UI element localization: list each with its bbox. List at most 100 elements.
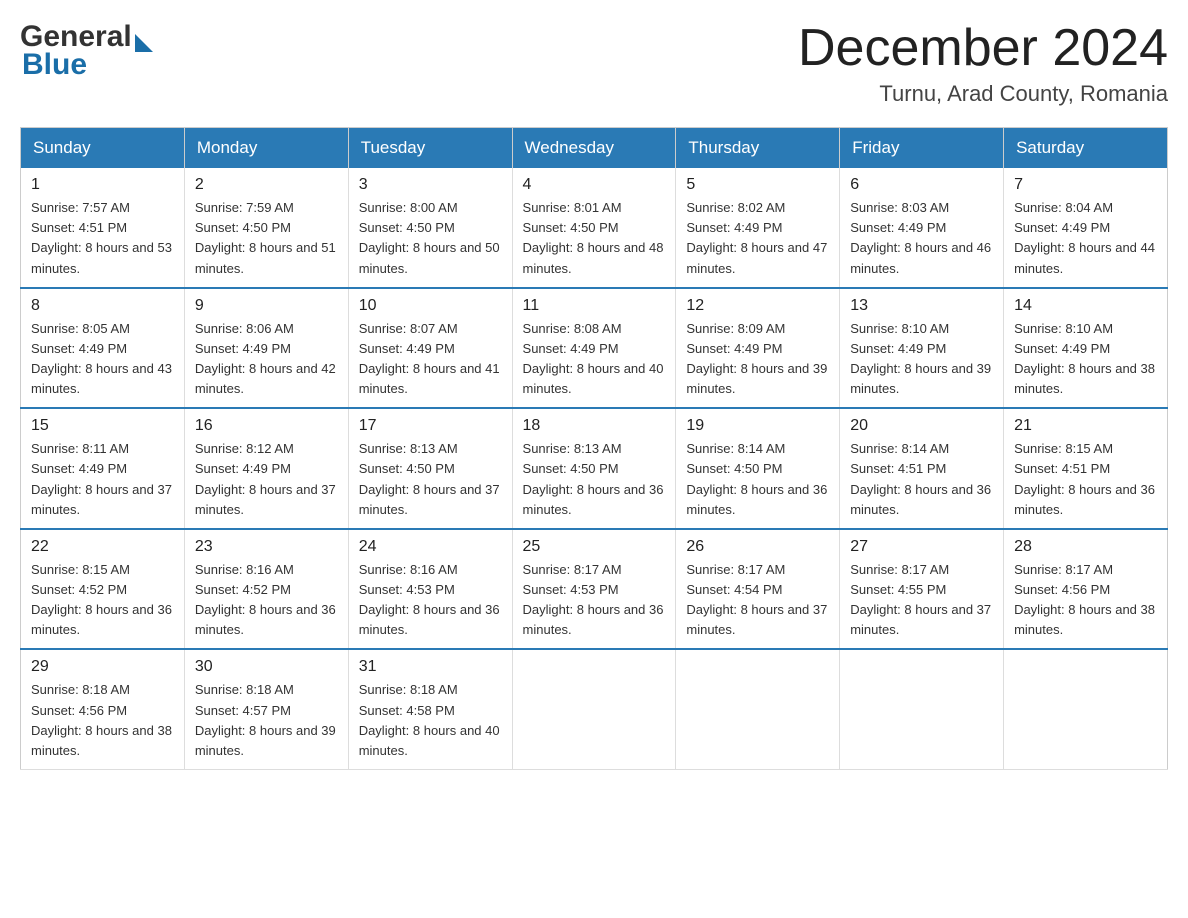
day-number: 15 (31, 417, 174, 435)
weekday-header-friday: Friday (840, 128, 1004, 169)
weekday-header-wednesday: Wednesday (512, 128, 676, 169)
day-number: 22 (31, 538, 174, 556)
calendar-day-cell: 26 Sunrise: 8:17 AMSunset: 4:54 PMDayligh… (676, 529, 840, 650)
calendar-week-row: 1Sunrise: 7:57 AMSunset: 4:51 PMDaylight… (21, 168, 1168, 288)
day-info: Sunrise: 7:59 AMSunset: 4:50 PMDaylight:… (195, 198, 338, 279)
calendar-day-cell: 17Sunrise: 8:13 AMSunset: 4:50 PMDayligh… (348, 408, 512, 529)
title-block: December 2024 Turnu, Arad County, Romani… (798, 20, 1168, 107)
calendar-day-cell: 31Sunrise: 8:18 AMSunset: 4:58 PMDayligh… (348, 649, 512, 769)
day-info: Sunrise: 8:06 AMSunset: 4:49 PMDaylight:… (195, 319, 338, 400)
weekday-header-row: SundayMondayTuesdayWednesdayThursdayFrid… (21, 128, 1168, 169)
calendar-day-cell: 27 Sunrise: 8:17 AMSunset: 4:55 PMDayligh… (840, 529, 1004, 650)
day-info: Sunrise: 8:17 AMSunset: 4:56 PMDaylight:… (1014, 560, 1157, 641)
calendar-day-cell: 8 Sunrise: 8:05 AMSunset: 4:49 PMDaylight… (21, 288, 185, 409)
day-info: Sunrise: 8:14 AMSunset: 4:50 PMDaylight:… (686, 439, 829, 520)
day-info: Sunrise: 8:05 AMSunset: 4:49 PMDaylight:… (31, 319, 174, 400)
day-info: Sunrise: 8:00 AMSunset: 4:50 PMDaylight:… (359, 198, 502, 279)
calendar-day-cell: 30Sunrise: 8:18 AMSunset: 4:57 PMDayligh… (184, 649, 348, 769)
calendar-day-cell: 6Sunrise: 8:03 AMSunset: 4:49 PMDaylight… (840, 168, 1004, 288)
day-number: 20 (850, 417, 993, 435)
calendar-day-cell: 21 Sunrise: 8:15 AMSunset: 4:51 PMDayligh… (1004, 408, 1168, 529)
calendar-day-cell: 3 Sunrise: 8:00 AMSunset: 4:50 PMDaylight… (348, 168, 512, 288)
day-info: Sunrise: 8:10 AMSunset: 4:49 PMDaylight:… (1014, 319, 1157, 400)
calendar-day-cell: 14 Sunrise: 8:10 AMSunset: 4:49 PMDayligh… (1004, 288, 1168, 409)
calendar-day-cell: 24Sunrise: 8:16 AMSunset: 4:53 PMDayligh… (348, 529, 512, 650)
day-number: 11 (523, 297, 666, 315)
day-number: 7 (1014, 176, 1157, 194)
location-subtitle: Turnu, Arad County, Romania (798, 81, 1168, 107)
day-number: 19 (686, 417, 829, 435)
day-number: 23 (195, 538, 338, 556)
day-number: 31 (359, 658, 502, 676)
calendar-day-cell: 2 Sunrise: 7:59 AMSunset: 4:50 PMDaylight… (184, 168, 348, 288)
day-number: 18 (523, 417, 666, 435)
calendar-day-cell: 19 Sunrise: 8:14 AMSunset: 4:50 PMDayligh… (676, 408, 840, 529)
calendar-day-cell: 4Sunrise: 8:01 AMSunset: 4:50 PMDaylight… (512, 168, 676, 288)
calendar-day-cell: 20 Sunrise: 8:14 AMSunset: 4:51 PMDayligh… (840, 408, 1004, 529)
day-number: 26 (686, 538, 829, 556)
calendar-table: SundayMondayTuesdayWednesdayThursdayFrid… (20, 127, 1168, 770)
day-info: Sunrise: 8:09 AMSunset: 4:49 PMDaylight:… (686, 319, 829, 400)
day-number: 9 (195, 297, 338, 315)
calendar-day-cell: 16 Sunrise: 8:12 AMSunset: 4:49 PMDayligh… (184, 408, 348, 529)
day-info: Sunrise: 8:17 AMSunset: 4:54 PMDaylight:… (686, 560, 829, 641)
calendar-day-cell: 9 Sunrise: 8:06 AMSunset: 4:49 PMDaylight… (184, 288, 348, 409)
day-number: 16 (195, 417, 338, 435)
day-info: Sunrise: 8:15 AMSunset: 4:52 PMDaylight:… (31, 560, 174, 641)
day-info: Sunrise: 8:12 AMSunset: 4:49 PMDaylight:… (195, 439, 338, 520)
calendar-day-cell: 11 Sunrise: 8:08 AMSunset: 4:49 PMDayligh… (512, 288, 676, 409)
calendar-day-cell: 29 Sunrise: 8:18 AMSunset: 4:56 PMDayligh… (21, 649, 185, 769)
day-info: Sunrise: 8:02 AMSunset: 4:49 PMDaylight:… (686, 198, 829, 279)
weekday-header-monday: Monday (184, 128, 348, 169)
logo-blue-text: Blue (22, 48, 87, 81)
day-info: Sunrise: 8:17 AMSunset: 4:53 PMDaylight:… (523, 560, 666, 641)
calendar-day-cell: 18 Sunrise: 8:13 AMSunset: 4:50 PMDayligh… (512, 408, 676, 529)
day-info: Sunrise: 8:07 AMSunset: 4:49 PMDaylight:… (359, 319, 502, 400)
calendar-day-cell: 7 Sunrise: 8:04 AMSunset: 4:49 PMDaylight… (1004, 168, 1168, 288)
day-number: 2 (195, 176, 338, 194)
day-info: Sunrise: 8:18 AMSunset: 4:57 PMDaylight:… (195, 680, 338, 761)
day-info: Sunrise: 8:15 AMSunset: 4:51 PMDaylight:… (1014, 439, 1157, 520)
day-number: 10 (359, 297, 502, 315)
day-number: 14 (1014, 297, 1157, 315)
day-number: 3 (359, 176, 502, 194)
calendar-empty-cell (512, 649, 676, 769)
day-number: 29 (31, 658, 174, 676)
day-number: 24 (359, 538, 502, 556)
day-info: Sunrise: 8:08 AMSunset: 4:49 PMDaylight:… (523, 319, 666, 400)
day-info: Sunrise: 8:11 AMSunset: 4:49 PMDaylight:… (31, 439, 174, 520)
calendar-day-cell: 25 Sunrise: 8:17 AMSunset: 4:53 PMDayligh… (512, 529, 676, 650)
weekday-header-saturday: Saturday (1004, 128, 1168, 169)
day-info: Sunrise: 8:10 AMSunset: 4:49 PMDaylight:… (850, 319, 993, 400)
calendar-day-cell: 10 Sunrise: 8:07 AMSunset: 4:49 PMDayligh… (348, 288, 512, 409)
day-number: 5 (686, 176, 829, 194)
day-info: Sunrise: 8:17 AMSunset: 4:55 PMDaylight:… (850, 560, 993, 641)
day-number: 8 (31, 297, 174, 315)
day-number: 21 (1014, 417, 1157, 435)
calendar-day-cell: 13 Sunrise: 8:10 AMSunset: 4:49 PMDayligh… (840, 288, 1004, 409)
calendar-day-cell: 22 Sunrise: 8:15 AMSunset: 4:52 PMDayligh… (21, 529, 185, 650)
logo: General Blue (20, 20, 153, 82)
calendar-empty-cell (676, 649, 840, 769)
calendar-empty-cell (1004, 649, 1168, 769)
day-info: Sunrise: 8:16 AMSunset: 4:52 PMDaylight:… (195, 560, 338, 641)
day-info: Sunrise: 8:01 AMSunset: 4:50 PMDaylight:… (523, 198, 666, 279)
day-number: 25 (523, 538, 666, 556)
calendar-week-row: 22 Sunrise: 8:15 AMSunset: 4:52 PMDayligh… (21, 529, 1168, 650)
day-info: Sunrise: 8:14 AMSunset: 4:51 PMDaylight:… (850, 439, 993, 520)
calendar-day-cell: 28 Sunrise: 8:17 AMSunset: 4:56 PMDayligh… (1004, 529, 1168, 650)
day-info: Sunrise: 8:18 AMSunset: 4:56 PMDaylight:… (31, 680, 174, 761)
day-number: 13 (850, 297, 993, 315)
day-number: 28 (1014, 538, 1157, 556)
calendar-week-row: 15 Sunrise: 8:11 AMSunset: 4:49 PMDayligh… (21, 408, 1168, 529)
page-header: General Blue December 2024 Turnu, Arad C… (20, 20, 1168, 107)
day-number: 27 (850, 538, 993, 556)
weekday-header-tuesday: Tuesday (348, 128, 512, 169)
calendar-day-cell: 23 Sunrise: 8:16 AMSunset: 4:52 PMDayligh… (184, 529, 348, 650)
weekday-header-sunday: Sunday (21, 128, 185, 169)
day-info: Sunrise: 8:03 AMSunset: 4:49 PMDaylight:… (850, 198, 993, 279)
day-info: Sunrise: 8:04 AMSunset: 4:49 PMDaylight:… (1014, 198, 1157, 279)
day-info: Sunrise: 8:13 AMSunset: 4:50 PMDaylight:… (523, 439, 666, 520)
calendar-empty-cell (840, 649, 1004, 769)
calendar-week-row: 29 Sunrise: 8:18 AMSunset: 4:56 PMDayligh… (21, 649, 1168, 769)
